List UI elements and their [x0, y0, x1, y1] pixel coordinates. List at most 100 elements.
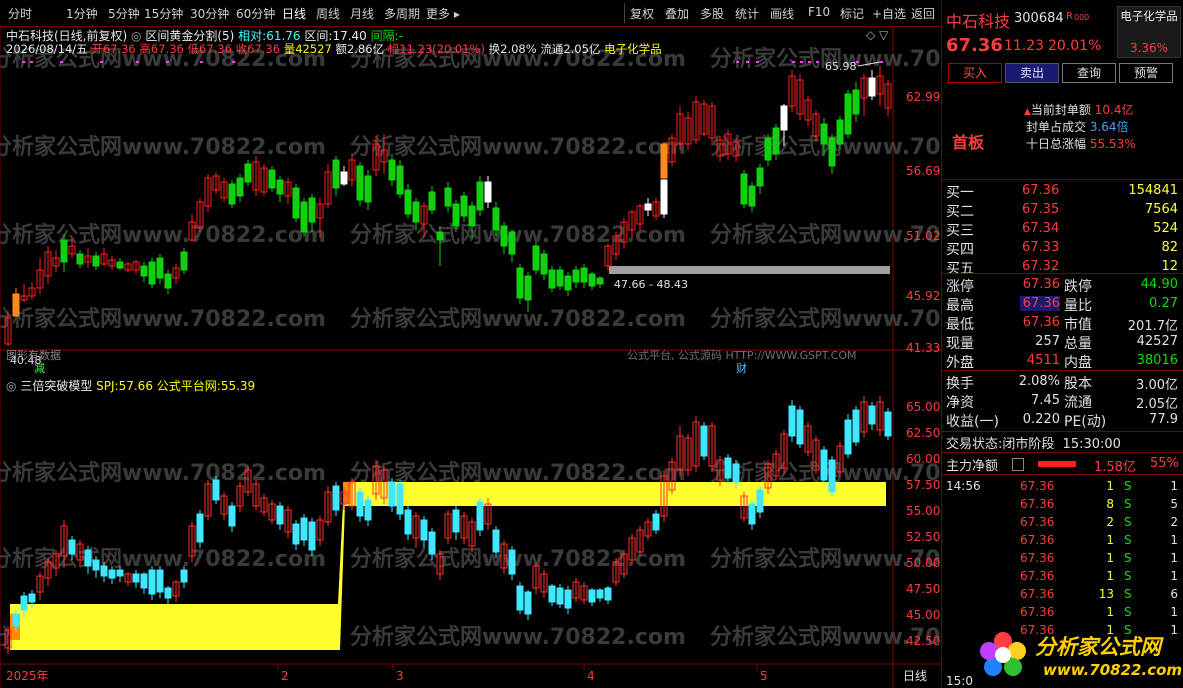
tick-count: 1: [1170, 569, 1178, 583]
tab-15min[interactable]: 15分钟: [144, 5, 183, 22]
tab-fenshi[interactable]: 分时: [8, 5, 32, 22]
tick-vol: 8: [1106, 497, 1114, 511]
kline-candle: [164, 273, 172, 289]
sub-candle: [596, 589, 604, 599]
signal-dot: [856, 61, 859, 63]
stat-value: 67.36: [1022, 315, 1060, 330]
sub-candle: [844, 419, 852, 455]
kline-candle: [556, 269, 564, 287]
sub-candle: [28, 593, 36, 603]
kline-candle: [532, 245, 540, 271]
mark-button[interactable]: 标记: [840, 5, 864, 22]
site-logo: 分析家公式网 www.70822.com: [973, 627, 1183, 685]
stats-button[interactable]: 统计: [735, 5, 759, 22]
sector-box[interactable]: 电子化学品 3.36%: [1117, 6, 1181, 58]
tick-side: S: [1124, 569, 1132, 583]
fund-detail-icon[interactable]: [1012, 458, 1024, 471]
sub-candle: [452, 509, 460, 533]
logo-url: www.70822.com: [1043, 661, 1183, 679]
kline-candle: [76, 253, 84, 265]
tab-5min[interactable]: 5分钟: [108, 5, 140, 22]
tab-daily[interactable]: 日线: [282, 5, 306, 22]
y-label-sub-7: 50.00: [906, 556, 940, 570]
period-label[interactable]: 日线: [903, 669, 927, 683]
tab-30min[interactable]: 30分钟: [190, 5, 229, 22]
tick-price: 67.36: [1020, 605, 1055, 619]
tick-price: 67.36: [1020, 479, 1055, 493]
sell-button[interactable]: 卖出: [1005, 63, 1059, 83]
sub-candle: [524, 591, 532, 615]
tab-more[interactable]: 更多 ▸: [426, 5, 460, 22]
stat-label: 内盘: [1064, 355, 1092, 371]
tick-count: 5: [1170, 497, 1178, 511]
kline-candle: [276, 179, 284, 195]
f10-button[interactable]: F10: [808, 5, 830, 19]
kline-candle: [228, 183, 236, 205]
r-badge-sub: 000: [1074, 13, 1090, 22]
y-label-sub-10: 42.50: [906, 634, 940, 648]
overlay-button[interactable]: 叠加: [665, 5, 689, 22]
multi-stock-button[interactable]: 多股: [700, 5, 724, 22]
kline-candle: [500, 225, 508, 247]
tick-price: 67.36: [1020, 533, 1055, 547]
tab-weekly[interactable]: 周线: [316, 5, 340, 22]
sub-candle: [748, 503, 756, 525]
bid-volume: 82: [1161, 240, 1178, 255]
y-label-sub-1: 65.00: [906, 400, 940, 414]
price-pct: 20.01%: [1048, 38, 1102, 54]
ten-day-row: 十日总涨幅 55.53%: [1026, 137, 1136, 151]
kline-candle: [852, 89, 860, 115]
stat-label: 收益(一): [946, 414, 999, 430]
main-fund-label: 主力净额: [946, 459, 999, 474]
x-label-2025: 2025年: [6, 669, 49, 683]
tab-monthly[interactable]: 月线: [350, 5, 374, 22]
chart-nav-icons[interactable]: ◇ ▽: [866, 28, 888, 42]
y-label-sub-2: 62.50: [906, 426, 940, 440]
tick-vol: 1: [1106, 551, 1114, 565]
kline-candle: [492, 207, 500, 231]
signal-dot: [816, 61, 819, 63]
sub-candle: [492, 529, 500, 553]
buy-button[interactable]: 买入: [948, 63, 1002, 83]
query-button[interactable]: 查询: [1062, 63, 1116, 83]
watermark-text: 分析家公式网www.70822.com: [0, 134, 326, 160]
stat-label: 流通: [1064, 395, 1092, 411]
tab-60min[interactable]: 60分钟: [236, 5, 275, 22]
watermark-text: 分析家公式网www.70822.com: [0, 306, 326, 332]
kline-candle: [60, 239, 68, 263]
kline-candle: [564, 275, 572, 291]
draw-line-button[interactable]: 画线: [770, 5, 794, 22]
quote-panel: 中石科技 300684 R 000 电子化学品 3.36% 67.36 11.2…: [941, 0, 1183, 688]
y-label-main-3: 51.02: [906, 229, 940, 243]
stat-value: 201.7亿: [1127, 319, 1178, 334]
tab-1min[interactable]: 1分钟: [66, 5, 98, 22]
tab-multi-period[interactable]: 多周期: [384, 5, 420, 22]
stat-label: 总量: [1064, 336, 1092, 352]
add-watchlist-button[interactable]: +自选: [872, 5, 906, 22]
y-label-sub-8: 47.50: [906, 582, 940, 596]
alert-button[interactable]: 预警: [1119, 63, 1173, 83]
kline-candle: [180, 251, 188, 271]
sub-candle: [116, 569, 124, 577]
kline-candle: [92, 255, 100, 267]
kline-candle: [308, 197, 316, 223]
kline-candle: [828, 137, 836, 167]
back-button[interactable]: 返回: [911, 5, 935, 22]
sub-candle: [564, 589, 572, 609]
stat-value: 7.45: [1031, 393, 1060, 408]
y-label-sub-6: 52.50: [906, 530, 940, 544]
sub-candle: [228, 505, 236, 527]
kline-chart-area[interactable]: 分析家公式网www.70822.com 分析家公式网www.70822.com 分析…: [0, 26, 941, 688]
y-label-main-2: 56.69: [906, 164, 940, 178]
bid-label: 买二: [946, 204, 974, 220]
sub-candle: [548, 585, 556, 603]
kline-candle: [268, 169, 276, 189]
y-label-main-4: 45.92: [906, 289, 940, 303]
tick-price: 67.36: [1020, 515, 1055, 529]
kline-candle: [340, 171, 348, 185]
tick-vol: 1: [1106, 479, 1114, 493]
fuquan-button[interactable]: 复权: [630, 5, 654, 22]
bid-label: 买三: [946, 223, 974, 239]
stat-value: 42527: [1136, 334, 1178, 349]
bid-label: 买五: [946, 261, 974, 277]
